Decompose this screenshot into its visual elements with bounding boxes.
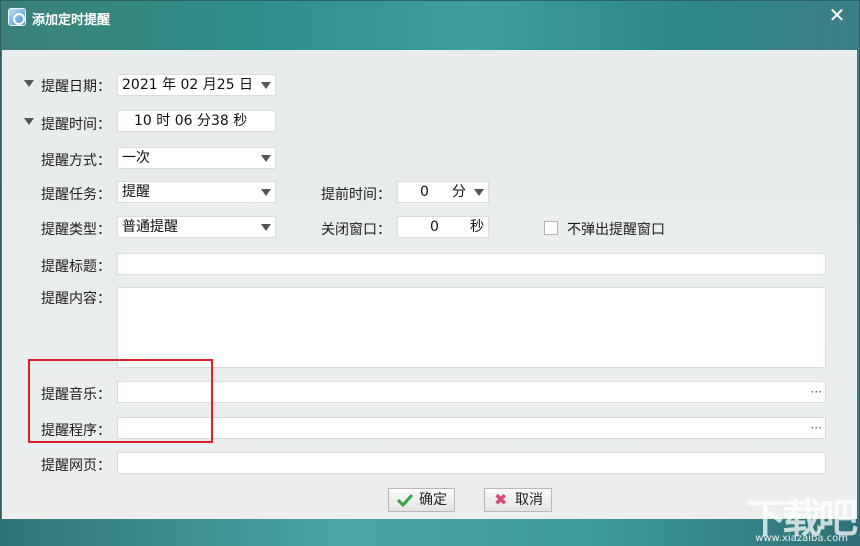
watermark-url: www.xiazaiba.com	[755, 533, 848, 544]
title-bar[interactable]: 添加定时提醒 ✕	[1, 1, 859, 41]
browse-program-button[interactable]: ···	[811, 418, 822, 438]
date-value: 2021 年 02 月25 日	[122, 77, 254, 93]
content-textarea[interactable]	[117, 287, 826, 368]
type-value: 普通提醒	[122, 219, 178, 235]
close-window-input[interactable]: 0 秒	[397, 216, 489, 238]
mode-select[interactable]: 一次	[117, 147, 276, 169]
window-title: 添加定时提醒	[32, 13, 111, 28]
mode-label: 提醒方式：	[41, 153, 111, 169]
advance-value: 0	[420, 184, 429, 200]
ok-label: 确定	[419, 492, 447, 508]
chevron-down-icon[interactable]	[474, 189, 484, 196]
advance-time-input[interactable]: 0 分	[397, 181, 489, 203]
date-label: 提醒日期：	[41, 79, 111, 95]
no-popup-checkbox[interactable]	[544, 221, 558, 235]
close-window-value: 0	[430, 219, 439, 235]
chevron-down-icon[interactable]	[261, 189, 271, 196]
chevron-down-icon[interactable]	[261, 82, 271, 89]
advance-label: 提前时间：	[321, 187, 391, 203]
ok-button[interactable]: 确定	[388, 488, 455, 512]
program-path-input[interactable]: ···	[117, 417, 826, 439]
no-popup-label[interactable]: 不弹出提醒窗口	[567, 219, 665, 239]
time-label: 提醒时间：	[41, 117, 111, 133]
type-select[interactable]: 普通提醒	[117, 216, 276, 238]
task-select[interactable]: 提醒	[117, 181, 276, 203]
title-input[interactable]	[117, 253, 826, 275]
chevron-down-icon[interactable]	[261, 224, 271, 231]
cancel-label: 取消	[515, 492, 543, 508]
chevron-down-icon[interactable]	[261, 155, 271, 162]
mode-value: 一次	[122, 150, 150, 166]
close-window-unit: 秒	[470, 219, 484, 235]
reminder-app-icon	[8, 8, 26, 26]
webpage-input[interactable]	[117, 452, 826, 474]
collapse-triangle-icon[interactable]	[24, 80, 34, 87]
date-picker[interactable]: 2021 年 02 月25 日	[117, 74, 276, 96]
music-path-input[interactable]: ···	[117, 381, 826, 403]
close-button[interactable]: ✕	[825, 3, 849, 27]
close-window-label: 关闭窗口：	[321, 222, 391, 238]
title-label: 提醒标题：	[41, 259, 111, 275]
type-label: 提醒类型：	[41, 222, 111, 238]
annotation-highlight-box	[28, 359, 213, 443]
cancel-button[interactable]: ✖ 取消	[484, 488, 552, 512]
time-value: 10 时 06 分38 秒	[134, 113, 248, 129]
x-icon: ✖	[494, 490, 508, 509]
task-label: 提醒任务：	[41, 187, 111, 203]
content-label: 提醒内容：	[41, 291, 111, 307]
checkmark-icon	[397, 493, 413, 507]
window-bottom-border	[0, 519, 860, 546]
webpage-label: 提醒网页：	[41, 458, 111, 474]
task-value: 提醒	[122, 184, 150, 200]
advance-unit: 分	[452, 184, 466, 200]
browse-music-button[interactable]: ···	[811, 382, 822, 402]
time-picker[interactable]: 10 时 06 分38 秒	[117, 110, 276, 132]
collapse-triangle-icon[interactable]	[24, 118, 34, 125]
